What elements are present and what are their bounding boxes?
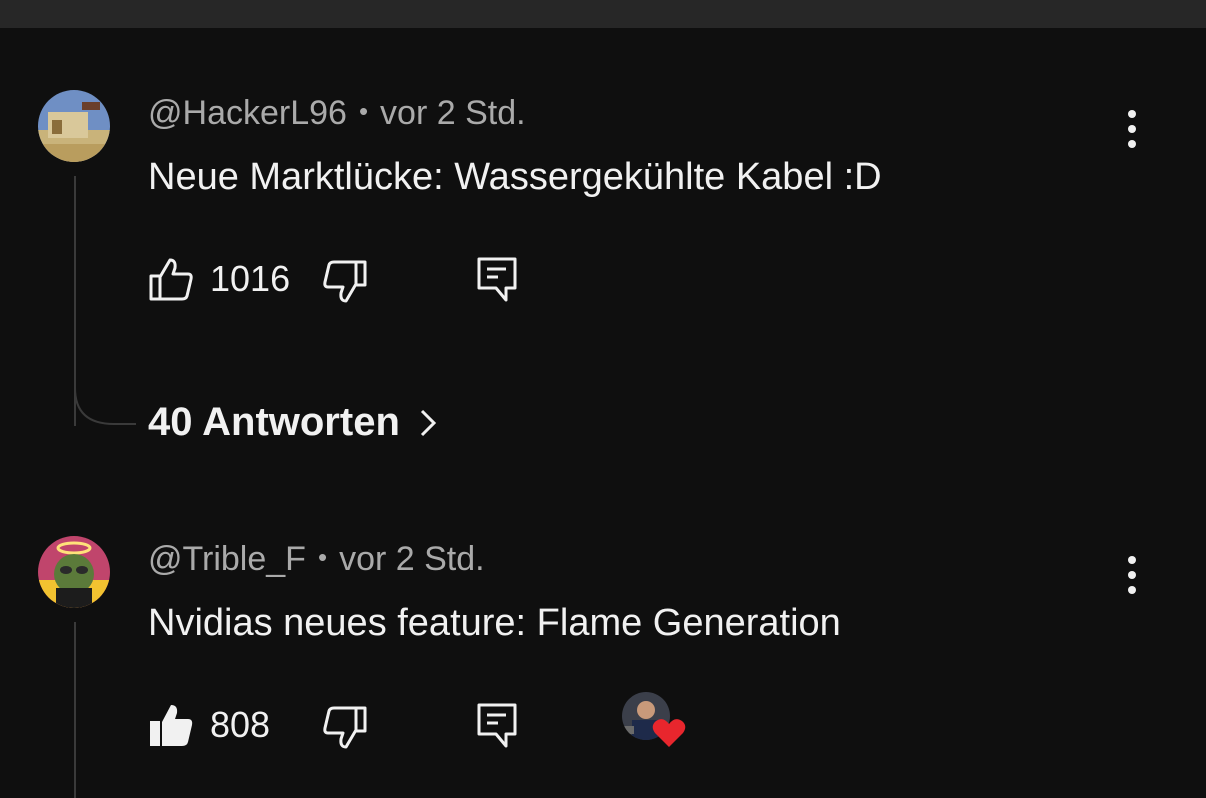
replies-label: 40 Antworten xyxy=(148,400,400,444)
avatar[interactable] xyxy=(38,536,110,608)
thread-line xyxy=(74,622,76,798)
more-vert-icon-dot xyxy=(1128,571,1136,579)
comment-meta: @HackerL96 • vor 2 Std. xyxy=(148,94,526,133)
more-vert-icon xyxy=(1128,556,1136,564)
meta-separator: • xyxy=(317,542,328,572)
thumb-up-filled-icon[interactable] xyxy=(148,702,194,748)
comment-actions: 808 xyxy=(148,692,748,750)
like-count: 1016 xyxy=(210,258,291,299)
thumb-up-icon[interactable] xyxy=(148,256,194,302)
comment-time: vor 2 Std. xyxy=(380,94,526,132)
thumb-down-icon[interactable] xyxy=(322,704,368,750)
more-options-button[interactable] xyxy=(1112,104,1152,154)
view-replies-button[interactable]: 40 Antworten xyxy=(148,400,438,445)
more-vert-icon-dot xyxy=(1128,140,1136,148)
thread-curve xyxy=(74,380,136,425)
more-options-button[interactable] xyxy=(1112,550,1152,600)
chevron-right-icon xyxy=(420,409,436,436)
comment-text: Nvidias neues feature: Flame Generation xyxy=(148,602,841,644)
comment-text: Neue Marktlücke: Wassergekühlte Kabel :D xyxy=(148,156,882,198)
avatar-image xyxy=(38,536,110,608)
comment-item: @Trible_F • vor 2 Std. Nvidias neues featu… xyxy=(0,536,1206,798)
heart-icon xyxy=(652,719,686,747)
reply-comment-icon[interactable] xyxy=(476,256,518,304)
comment-item: @HackerL96 • vor 2 Std. Neue Marktlücke: W… xyxy=(0,90,1206,450)
more-vert-icon-dot xyxy=(1128,125,1136,133)
comment-author[interactable]: @Trible_F xyxy=(148,540,306,578)
creator-heart-badge xyxy=(622,692,688,750)
more-vert-icon-dot xyxy=(1128,586,1136,594)
thumb-down-icon[interactable] xyxy=(322,258,368,304)
comment-author[interactable]: @HackerL96 xyxy=(148,94,347,132)
comment-actions: 1016 xyxy=(148,256,748,304)
avatar[interactable] xyxy=(38,90,110,162)
comment-meta: @Trible_F • vor 2 Std. xyxy=(148,540,485,579)
like-count: 808 xyxy=(210,704,271,745)
more-vert-icon xyxy=(1128,110,1136,118)
avatar-image xyxy=(38,90,110,162)
comment-time: vor 2 Std. xyxy=(339,540,485,578)
top-bar xyxy=(0,0,1206,28)
reply-comment-icon[interactable] xyxy=(476,702,518,750)
meta-separator: • xyxy=(358,96,369,126)
